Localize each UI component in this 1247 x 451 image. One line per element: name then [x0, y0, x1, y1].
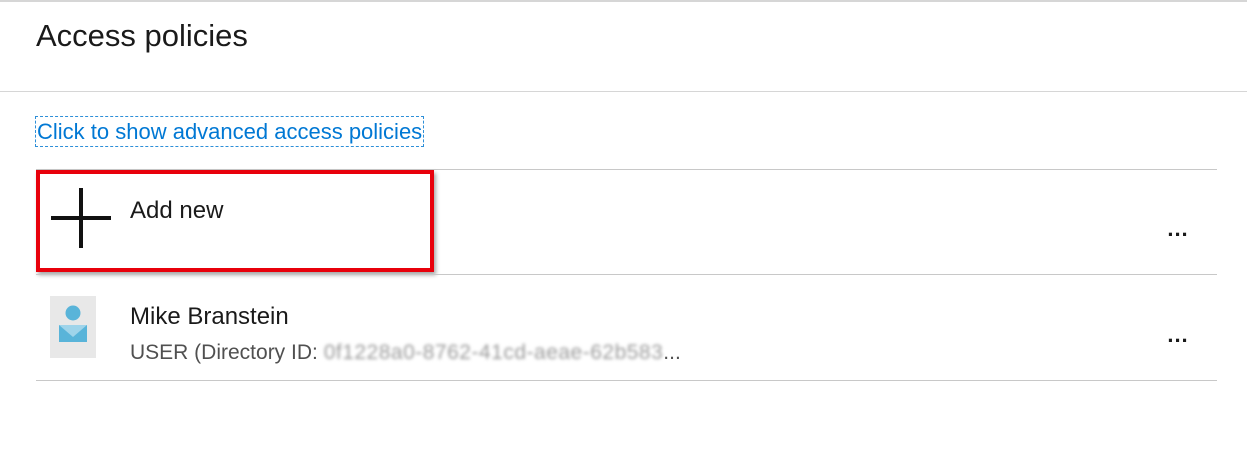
user-directory-info: USER (Directory ID: 0f1228a0-8762-41cd-a… — [130, 341, 681, 365]
show-advanced-policies-link[interactable]: Click to show advanced access policies — [35, 116, 425, 147]
add-new-label[interactable]: Add new — [130, 197, 223, 225]
add-new-row[interactable]: Add new ... — [36, 170, 1217, 274]
row-divider — [36, 274, 1217, 275]
user-avatar-icon — [50, 296, 96, 358]
user-more-options-button[interactable]: ... — [1158, 324, 1198, 356]
user-type-label: USER (Directory ID: — [130, 341, 324, 364]
truncation-ellipsis: ... — [663, 341, 681, 364]
user-name: Mike Branstein — [130, 303, 289, 330]
header-divider — [0, 91, 1247, 92]
row-divider — [36, 380, 1217, 381]
user-policy-row[interactable]: Mike Branstein USER (Directory ID: 0f122… — [36, 276, 1217, 380]
top-border — [0, 0, 1247, 2]
page-title: Access policies — [36, 18, 248, 53]
add-new-more-options-button[interactable]: ... — [1158, 218, 1198, 250]
directory-id-redacted: 0f1228a0-8762-41cd-aeae-62b583 — [323, 341, 664, 364]
plus-icon[interactable] — [51, 188, 111, 248]
